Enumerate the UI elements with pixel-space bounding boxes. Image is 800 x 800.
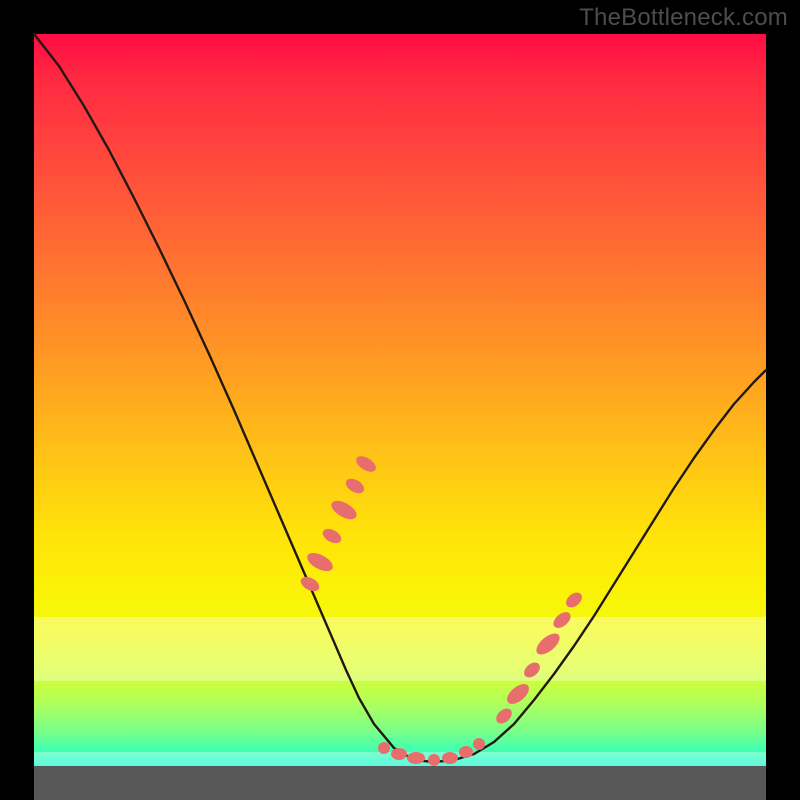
tick-right-2 [521,660,543,681]
tick-bottom-2 [407,752,425,764]
tick-bottom-5 [459,746,473,758]
curve-group [34,34,766,762]
tick-right-3 [533,630,563,659]
tick-left-5 [353,453,378,475]
tick-left-4 [343,476,366,496]
tick-left-1 [304,549,335,575]
tick-right-4 [550,609,573,631]
chart-frame: TheBottleneck.com [0,0,800,800]
tick-marker-group [298,453,584,766]
curve-left [34,34,434,762]
tick-left-0 [298,574,321,594]
tick-bottom-4 [442,752,458,764]
curve-right [434,370,766,762]
tick-right-0 [493,706,514,727]
tick-right-1 [504,680,533,707]
tick-right-5 [563,590,585,611]
chart-svg [34,34,766,766]
tick-bottom-0 [378,742,390,754]
tick-bottom-6 [473,738,485,750]
tick-left-2 [320,526,343,546]
watermark-text: TheBottleneck.com [579,4,788,32]
tick-bottom-1 [391,748,407,760]
tick-left-3 [328,497,359,523]
tick-bottom-3 [428,754,440,766]
